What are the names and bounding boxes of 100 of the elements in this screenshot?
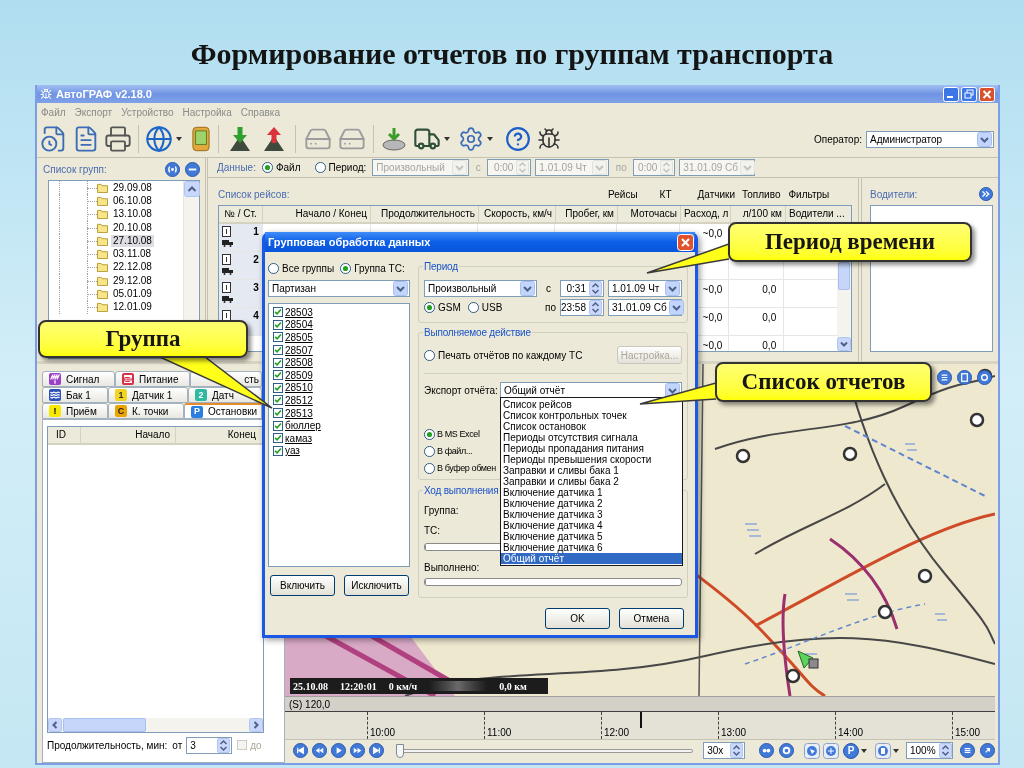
dropdown-caret-icon[interactable] <box>487 137 493 141</box>
page-circle-icon[interactable] <box>957 370 972 385</box>
column-header[interactable]: Расход, л <box>681 206 731 222</box>
radio-button[interactable]: Группа ТС: <box>340 260 405 276</box>
column-header[interactable]: ID <box>48 427 81 443</box>
radio-button[interactable]: В файл... <box>424 443 473 460</box>
time-field[interactable]: 23:58 <box>560 299 604 316</box>
cursor-tile-icon[interactable] <box>804 742 821 759</box>
operator-dropdown[interactable]: Администратор <box>866 130 994 148</box>
period-dropdown[interactable]: Произвольный <box>424 280 537 297</box>
double-chevron-icon[interactable] <box>979 187 993 201</box>
dropdown-option[interactable]: Заправки и сливы бака 2 <box>501 476 682 487</box>
tab[interactable]: P Остановки <box>184 403 262 419</box>
tab[interactable]: Питание <box>115 371 190 387</box>
date-dropdown[interactable]: 1.01.09 Чт <box>608 280 682 297</box>
dropdown-option[interactable]: Заправки и сливы бака 1 <box>501 465 682 476</box>
radio-button[interactable]: Все группы <box>268 260 335 276</box>
checklist-item[interactable]: 28510 <box>273 381 313 395</box>
globe-icon[interactable] <box>145 125 173 153</box>
column-header[interactable]: Продолжительность <box>371 206 479 222</box>
checklist-item[interactable]: 28504 <box>273 318 313 332</box>
spinner-arrows-icon[interactable] <box>730 743 744 758</box>
tab[interactable]: ! Приём <box>42 403 108 419</box>
time-field[interactable]: 0:31 <box>560 280 604 297</box>
close-icon[interactable] <box>979 86 995 102</box>
dropdown-option[interactable]: Включение датчика 5 <box>501 531 682 542</box>
slider-thumb[interactable] <box>396 743 404 758</box>
column-header[interactable]: Начало <box>81 427 176 443</box>
column-header[interactable]: Конец <box>176 427 263 443</box>
skip-start-icon[interactable] <box>293 743 308 758</box>
checklist-item[interactable]: бюллер <box>273 419 321 432</box>
arrow-circle-icon[interactable] <box>980 743 995 758</box>
tree-item[interactable]: 27.10.08 <box>111 234 154 247</box>
group-dropdown[interactable]: Партизан <box>268 280 410 297</box>
radio-button[interactable]: Печать отчётов по каждому ТС <box>424 347 583 363</box>
dropdown-caret-icon[interactable] <box>176 137 182 141</box>
dropdown-option[interactable]: Периоды пропадания питания <box>501 443 682 454</box>
scroll-down-button[interactable] <box>837 337 851 351</box>
lines-circle-icon[interactable] <box>960 743 975 758</box>
arrow-down-road-icon[interactable] <box>227 126 253 152</box>
ring-circle-icon[interactable] <box>779 743 795 758</box>
two-dots-circle-icon[interactable] <box>759 743 775 758</box>
dropdown-option[interactable]: Список остановок <box>501 421 682 432</box>
spinner-arrows-icon[interactable] <box>589 281 602 296</box>
tree-item[interactable]: 13.10.08 <box>111 208 154 221</box>
exclude-button[interactable]: Исключить <box>344 575 409 596</box>
bug-icon[interactable] <box>537 127 561 151</box>
checklist-item[interactable]: 28508 <box>273 356 313 369</box>
date-dropdown[interactable]: 31.01.09 Сб <box>608 299 682 316</box>
parking-badge[interactable]: P <box>843 742 860 759</box>
skip-end-icon[interactable] <box>369 743 384 758</box>
plus-tile-icon[interactable] <box>823 742 840 759</box>
ring-circle-icon[interactable] <box>977 370 992 385</box>
help-icon[interactable] <box>505 126 531 152</box>
handheld-device-icon[interactable] <box>192 126 210 152</box>
checklist-item[interactable]: уаз <box>273 444 300 458</box>
restore-icon[interactable] <box>961 86 977 102</box>
tree-item[interactable]: 29.09.08 <box>111 181 154 194</box>
include-button[interactable]: Включить <box>270 575 335 596</box>
ok-button[interactable]: OK <box>545 608 610 629</box>
page-icon[interactable] <box>222 282 231 293</box>
page-icon[interactable] <box>222 226 231 237</box>
tree-item[interactable]: 20.10.08 <box>111 221 154 234</box>
column-group-label[interactable]: Рейсы <box>608 186 638 202</box>
dropdown-option[interactable]: Общий отчёт <box>501 553 682 564</box>
radio-button[interactable]: В MS Excel <box>424 426 480 443</box>
checklist-item[interactable]: 28503 <box>273 306 313 319</box>
dropdown-option[interactable]: Периоды превышения скорости <box>501 454 682 465</box>
scroll-up-button[interactable] <box>184 181 200 197</box>
tab[interactable]: Бак 1 <box>42 387 108 403</box>
scroll-thumb[interactable] <box>838 262 850 290</box>
duration-field[interactable]: 3 <box>186 736 233 754</box>
list-circle-icon[interactable] <box>937 370 952 385</box>
dropdown-caret-icon[interactable] <box>893 748 899 753</box>
checklist-item[interactable]: 28513 <box>273 406 313 420</box>
dropdown-caret-icon[interactable] <box>861 748 868 753</box>
radio-button[interactable]: USB <box>467 300 503 315</box>
checklist-item[interactable]: 28509 <box>273 368 313 382</box>
close-icon[interactable] <box>677 233 694 251</box>
page-tile-icon[interactable] <box>875 742 891 759</box>
gear-icon[interactable] <box>458 126 484 152</box>
checklist-item[interactable]: камаз <box>273 431 313 445</box>
scroll-left-button[interactable] <box>48 718 62 732</box>
dropdown-option[interactable]: Включение датчика 2 <box>501 498 682 509</box>
tree-item[interactable]: 12.01.09 <box>111 301 154 314</box>
fast-forward-icon[interactable] <box>350 743 365 758</box>
spinner-arrows-icon[interactable] <box>938 743 952 758</box>
dropdown-option[interactable]: Список контрольных точек <box>501 410 682 421</box>
column-group-label[interactable]: Фильтры <box>788 186 830 202</box>
tree-item[interactable]: 03.11.08 <box>111 248 154 261</box>
zoom-field[interactable]: 100% <box>906 742 953 759</box>
minus-circle-icon[interactable] <box>185 161 200 177</box>
checklist-item[interactable]: 28507 <box>273 343 313 357</box>
tree-item[interactable]: 29.12.08 <box>111 274 154 287</box>
column-group-label[interactable]: Топливо <box>741 186 781 202</box>
cancel-button[interactable]: Отмена <box>619 608 684 629</box>
column-header[interactable]: Начало / Конец <box>263 206 371 222</box>
tree-item[interactable]: 06.10.08 <box>111 194 154 207</box>
tree-item[interactable]: 05.01.09 <box>111 288 154 300</box>
dropdown-option[interactable]: Включение датчика 4 <box>501 520 682 531</box>
